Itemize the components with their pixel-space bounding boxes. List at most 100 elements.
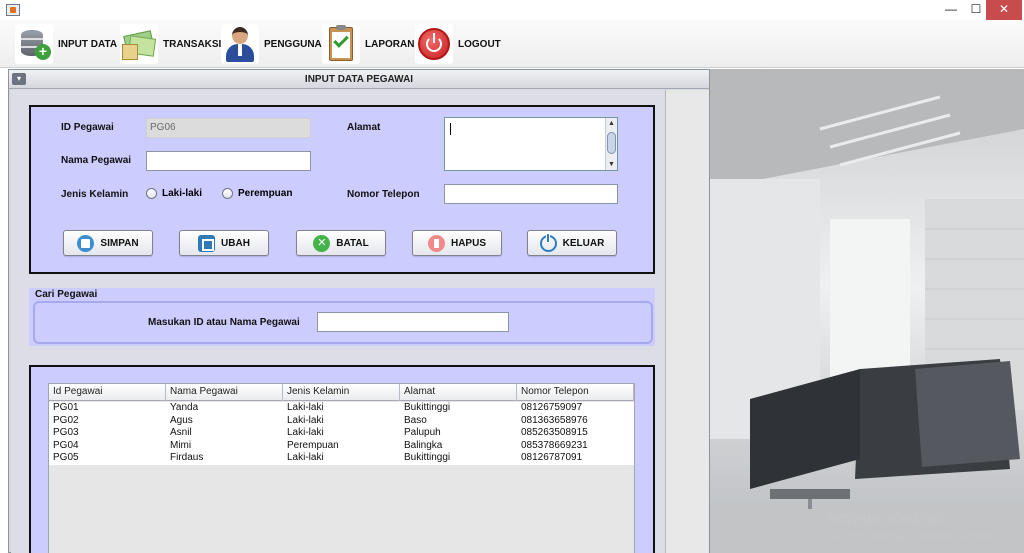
cell-id: PG03 [53,427,79,438]
edit-button-label: UBAH [221,237,250,249]
search-group-title: Cari Pegawai [35,289,98,300]
gender-option-female-label: Perempuan [238,188,293,199]
exit-button[interactable]: KELUAR [527,230,617,256]
radio-circle [146,188,157,199]
column-header-name[interactable]: Nama Pegawai [166,384,283,401]
cell-gender: Perempuan [287,439,339,451]
frame-right-strip [665,90,709,553]
search-group: Cari Pegawai Masukan ID atau Nama Pegawa… [29,288,655,346]
scroll-down-icon[interactable]: ▼ [606,159,617,170]
cell-name: Yanda [170,402,199,413]
cell-phone: 081363658976 [521,414,588,426]
cell-phone: 085378669231 [521,439,588,451]
column-header-phone[interactable]: Nomor Telepon [517,384,634,401]
menu-laporan-label: LAPORAN [365,38,415,50]
cell-phone: 08126759097 [521,402,583,413]
search-border: Masukan ID atau Nama Pegawai [33,301,653,344]
exit-button-label: KELUAR [562,237,605,249]
radio-circle [222,188,233,199]
search-input[interactable] [317,312,509,332]
address-label: Alamat [347,122,381,133]
frame-content: ID Pegawai PG06 Nama Pegawai Jenis Kelam… [11,90,665,553]
id-field: PG06 [146,118,311,138]
cell-id: PG01 [53,402,79,413]
gender-label: Jenis Kelamin [61,189,129,200]
name-field[interactable] [146,151,311,171]
trash-icon [427,234,445,252]
floppy-disk-icon [77,234,95,252]
scroll-thumb[interactable] [607,132,616,154]
menu-pengguna[interactable]: PENGGUNA [221,24,322,64]
cell-gender: Laki-laki [287,427,324,438]
menu-transaksi[interactable]: TRANSAKSI [120,24,221,64]
cell-id: PG02 [53,414,79,426]
gender-option-male-label: Laki-laki [162,188,203,199]
internal-frame-input-data-pegawai: ▾ INPUT DATA PEGAWAI ID Pegawai PG06 Nam… [8,69,710,553]
cell-phone: 085263508915 [521,427,588,438]
table-header: Id Pegawai Nama Pegawai Jenis Kelamin Al… [49,384,634,401]
column-header-gender[interactable]: Jenis Kelamin [283,384,400,401]
table-row[interactable]: PG04 Mimi Perempuan Balingka 08537866923… [49,439,634,452]
maximize-button[interactable]: ☐ [964,0,988,20]
frame-menu-button[interactable]: ▾ [12,73,26,85]
cancel-button[interactable]: ✕ BATAL [296,230,386,256]
phone-label: Nomor Telepon [347,189,420,200]
employee-table-scrollpane[interactable]: Id Pegawai Nama Pegawai Jenis Kelamin Al… [48,383,635,553]
cell-address: Balingka [404,439,443,451]
menu-pengguna-label: PENGGUNA [264,38,322,50]
user-icon [221,24,259,64]
cell-phone: 08126787091 [521,452,583,463]
address-scrollbar[interactable]: ▲ ▼ [605,118,617,170]
main-menu-bar: + INPUT DATA TRANSAKSI PENGGUNA LAPORAN … [0,20,1024,68]
scroll-up-icon[interactable]: ▲ [606,118,617,129]
gender-radio-male[interactable]: Laki-laki [146,188,202,199]
cell-address: Baso [404,414,427,426]
cancel-button-label: BATAL [336,237,369,249]
internal-frame-title-bar: ▾ INPUT DATA PEGAWAI [9,70,709,89]
menu-input-data[interactable]: + INPUT DATA [15,24,117,64]
edit-button[interactable]: UBAH [179,230,269,256]
menu-input-data-label: INPUT DATA [58,38,118,50]
text-caret [450,123,451,135]
menu-logout-label: LOGOUT [458,38,501,50]
table-row[interactable]: PG05 Firdaus Laki-laki Bukittinggi 08126… [49,452,634,465]
activation-watermark-subtitle: Go to PC settings to activate Windows. [826,531,999,542]
cell-gender: Laki-laki [287,414,324,426]
money-calculator-icon [120,24,158,64]
save-button[interactable]: SIMPAN [63,230,153,256]
cell-name: Asnil [170,427,192,438]
menu-laporan[interactable]: LAPORAN [322,24,414,64]
cell-address: Bukittinggi [404,452,451,463]
office-illustration [710,69,1024,553]
cell-name: Agus [170,414,193,426]
table-row[interactable]: PG03 Asnil Laki-laki Palupuh 08526350891… [49,427,634,440]
menu-logout[interactable]: LOGOUT [415,24,501,64]
minimize-button[interactable]: — [938,0,964,20]
cell-address: Bukittinggi [404,402,451,413]
cell-address: Palupuh [404,427,441,438]
delete-button[interactable]: HAPUS [412,230,502,256]
cell-id: PG04 [53,439,79,451]
office-background-image [710,69,1024,553]
cell-gender: Laki-laki [287,452,324,463]
delete-button-label: HAPUS [450,237,486,249]
employee-table-panel: Id Pegawai Nama Pegawai Jenis Kelamin Al… [29,365,655,553]
table-body: PG01 Yanda Laki-laki Bukittinggi 0812675… [49,402,634,465]
column-header-id[interactable]: Id Pegawai [49,384,166,401]
java-app-icon [6,4,20,16]
table-row[interactable]: PG01 Yanda Laki-laki Bukittinggi 0812675… [49,402,634,415]
gender-radio-female[interactable]: Perempuan [222,188,292,199]
menu-transaksi-label: TRANSAKSI [163,38,222,50]
close-button[interactable]: ✕ [986,0,1022,20]
power-icon [415,24,453,64]
save-button-label: SIMPAN [100,237,139,249]
phone-field[interactable] [444,184,618,204]
table-row[interactable]: PG02 Agus Laki-laki Baso 081363658976 [49,414,634,427]
address-textarea[interactable]: ▲ ▼ [444,117,618,171]
cell-id: PG05 [53,452,79,463]
cancel-x-icon: ✕ [313,234,331,252]
column-header-address[interactable]: Alamat [400,384,517,401]
employee-form-panel: ID Pegawai PG06 Nama Pegawai Jenis Kelam… [29,105,655,274]
search-label: Masukan ID atau Nama Pegawai [148,317,300,328]
title-bar: — ☐ ✕ [0,0,1024,20]
